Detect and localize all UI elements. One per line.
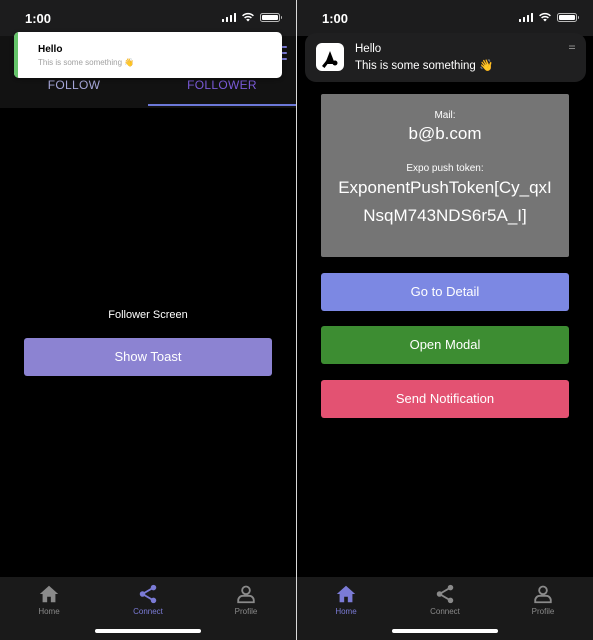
bottom-tab-label: Home xyxy=(38,607,60,616)
bottom-tab-profile[interactable]: Profile xyxy=(197,583,295,616)
home-indicator xyxy=(95,629,201,633)
bottom-tab-connect[interactable]: Connect xyxy=(396,583,494,616)
bottom-tab-home[interactable]: Home xyxy=(0,583,98,616)
battery-icon xyxy=(557,12,579,22)
toast-body: This is some something 👋 xyxy=(38,58,135,67)
status-icons xyxy=(518,12,579,22)
info-card: Mail: b@b.com Expo push token: ExponentP… xyxy=(321,94,569,257)
bottom-tab-profile[interactable]: Profile xyxy=(494,583,592,616)
home-icon xyxy=(336,585,356,603)
push-token-label: Expo push token: xyxy=(406,163,484,174)
share-icon xyxy=(139,584,157,604)
mail-value: b@b.com xyxy=(408,124,482,143)
signal-icon xyxy=(518,12,533,22)
mail-label: Mail: xyxy=(434,110,456,121)
battery-icon xyxy=(260,12,282,22)
screenshot-canvas: 1:00 FOLLOW FOLLOWER Hello This is some … xyxy=(0,0,593,640)
toast-message[interactable]: Hello This is some something 👋 xyxy=(14,32,282,78)
open-modal-button[interactable]: Open Modal xyxy=(321,326,569,364)
active-tab-indicator xyxy=(148,104,296,106)
send-notification-button[interactable]: Send Notification xyxy=(321,380,569,418)
signal-icon xyxy=(221,12,236,22)
share-icon xyxy=(436,584,454,604)
push-notification-banner[interactable]: Hello This is some something 👋 xyxy=(305,33,586,82)
status-time: 1:00 xyxy=(322,11,349,26)
grip-icon xyxy=(569,45,575,49)
status-time: 1:00 xyxy=(25,11,52,26)
push-token-value: ExponentPushToken[Cy_qxINsqM743NDS6r5A_I… xyxy=(338,178,552,225)
status-icons xyxy=(221,12,282,22)
profile-icon xyxy=(237,585,255,604)
wifi-icon xyxy=(539,12,551,22)
bottom-tab-bar: Home Connect Profile xyxy=(297,577,593,640)
screen-label: Follower Screen xyxy=(108,309,188,321)
bottom-tab-label: Profile xyxy=(234,607,258,616)
bottom-tab-bar: Home Connect Profile xyxy=(0,577,296,640)
left-phone-screen: 1:00 FOLLOW FOLLOWER Hello This is some … xyxy=(0,0,296,640)
notification-body: This is some something 👋 xyxy=(355,60,494,72)
profile-icon xyxy=(534,585,552,604)
bottom-tab-connect[interactable]: Connect xyxy=(99,583,197,616)
bottom-tab-label: Connect xyxy=(430,607,460,616)
bottom-tab-label: Connect xyxy=(133,607,163,616)
home-indicator xyxy=(392,629,498,633)
right-phone-screen: 1:00 Hello This is some something 👋 Mail… xyxy=(297,0,593,640)
tab-follow[interactable]: FOLLOW xyxy=(0,78,148,108)
status-bar: 1:00 xyxy=(0,0,296,36)
toast-accent-bar xyxy=(14,32,18,78)
bottom-tab-home[interactable]: Home xyxy=(297,583,395,616)
bottom-tab-label: Home xyxy=(335,607,357,616)
notification-title: Hello xyxy=(355,43,382,55)
go-to-detail-button[interactable]: Go to Detail xyxy=(321,273,569,311)
home-icon xyxy=(39,585,59,603)
bottom-tab-label: Profile xyxy=(531,607,555,616)
wifi-icon xyxy=(242,12,254,22)
show-toast-button[interactable]: Show Toast xyxy=(24,338,272,376)
status-bar: 1:00 xyxy=(297,0,593,36)
toast-title: Hello xyxy=(38,44,63,55)
app-logo-icon xyxy=(316,43,344,71)
